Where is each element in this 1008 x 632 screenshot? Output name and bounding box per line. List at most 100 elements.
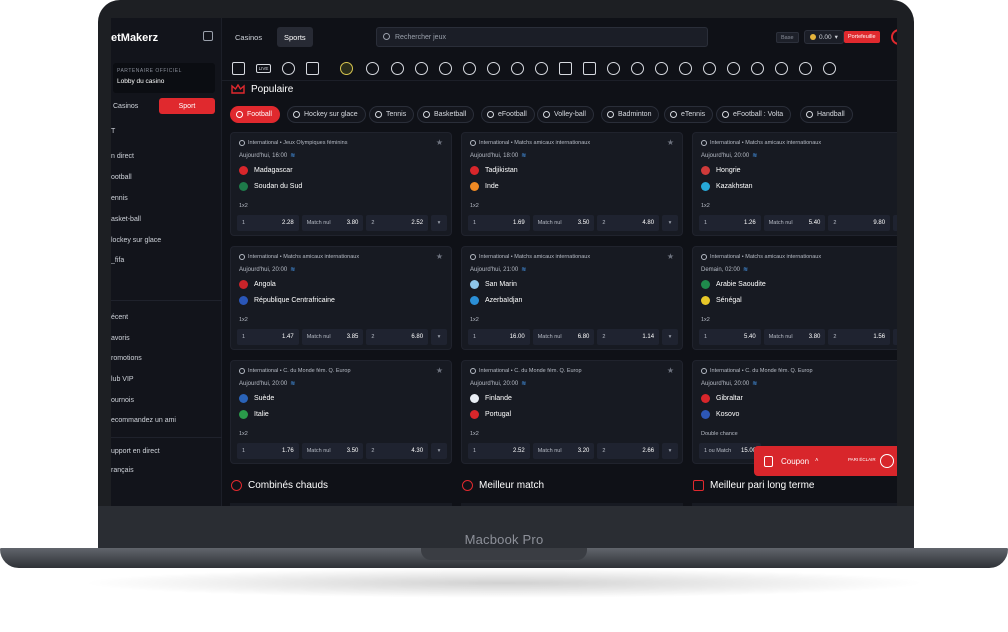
odd-away-button[interactable]: 2 4.30 xyxy=(366,443,429,459)
tabletennis-icon[interactable] xyxy=(535,62,548,75)
odd-draw-button[interactable]: Match nul 3.80 xyxy=(763,329,826,345)
chip-volleyball[interactable]: Volley-ball xyxy=(537,106,594,123)
odd-draw-button[interactable]: Match nul 3.50 xyxy=(301,443,364,459)
odd-away-button[interactable]: 2 9.80 xyxy=(828,215,891,231)
sidebar-item-fifa[interactable]: _fifa xyxy=(111,257,124,264)
odd-home-button[interactable]: 1 2.52 xyxy=(468,443,530,459)
chip-basketball[interactable]: Basketball xyxy=(417,106,475,123)
chip-handball[interactable]: Handball xyxy=(800,106,853,123)
wallet-button[interactable]: Portefeuille xyxy=(844,31,880,43)
odd-away-button[interactable]: 2 2.52 xyxy=(366,215,429,231)
sidebar-item-football[interactable]: ootball xyxy=(111,174,132,181)
favorite-star-icon[interactable]: ★ xyxy=(667,366,674,375)
more-markets-button[interactable]: ▾ xyxy=(431,215,448,231)
match-card[interactable]: International • Jeux Olympiques féminins… xyxy=(230,132,452,236)
match-card[interactable]: International • C. du Monde fém. Q. Euro… xyxy=(461,360,683,464)
favorite-star-icon[interactable]: ★ xyxy=(436,252,443,261)
cycling-icon[interactable] xyxy=(799,62,812,75)
tab-casinos[interactable]: Casinos xyxy=(228,27,269,47)
chip-tennis[interactable]: Tennis xyxy=(369,106,415,123)
odd-draw-button[interactable]: Match nul 5.40 xyxy=(763,215,826,231)
betslip-icon[interactable] xyxy=(306,62,319,75)
switch-casinos-button[interactable]: Casinos xyxy=(113,98,159,114)
odd-draw-button[interactable]: Match nul 6.80 xyxy=(532,329,595,345)
match-card[interactable]: International • Matchs amicaux internati… xyxy=(230,246,452,350)
partner-box[interactable]: PARTENAIRE OFFICIEL Lobby du casino xyxy=(113,63,215,93)
odd-away-button[interactable]: 2 4.80 xyxy=(597,215,660,231)
odd-draw-button[interactable]: Match nul 3.85 xyxy=(301,329,364,345)
sidebar-item-referral[interactable]: ecommandez un ami xyxy=(111,417,176,424)
logo[interactable]: etMakerz xyxy=(111,32,158,44)
chess-icon[interactable] xyxy=(559,62,572,75)
boxing-icon[interactable] xyxy=(775,62,788,75)
odd-home-button[interactable]: 1 1.76 xyxy=(237,443,299,459)
soccer-icon[interactable] xyxy=(366,62,379,75)
rugby-icon[interactable] xyxy=(655,62,668,75)
favorite-star-icon[interactable]: ★ xyxy=(667,252,674,261)
odd-draw-button[interactable]: Match nul 3.80 xyxy=(301,215,364,231)
match-card[interactable]: International • Matchs amicaux internati… xyxy=(461,246,683,350)
more-icon[interactable] xyxy=(823,62,836,75)
sidebar-item-hockey[interactable]: lockey sur glace xyxy=(111,237,161,244)
more-markets-button[interactable]: ▾ xyxy=(662,329,679,345)
match-card[interactable]: International • Matchs amicaux internati… xyxy=(692,132,897,236)
sidebar-item-language[interactable]: rançais xyxy=(111,467,134,474)
more-markets-button[interactable]: ▾ xyxy=(893,329,897,345)
odd-away-button[interactable]: 2 6.80 xyxy=(366,329,429,345)
odd-home-button[interactable]: 1 16.00 xyxy=(468,329,530,345)
more-markets-button[interactable]: ▾ xyxy=(662,215,679,231)
volleyball-icon[interactable] xyxy=(487,62,500,75)
match-card[interactable]: International • Matchs amicaux internati… xyxy=(461,132,683,236)
express-bet-toggle[interactable] xyxy=(880,454,894,468)
selected-sport-icon[interactable] xyxy=(340,62,353,75)
odd-away-button[interactable]: 2 1.56 xyxy=(828,329,891,345)
favorite-star-icon[interactable]: ★ xyxy=(436,138,443,147)
handball-icon[interactable] xyxy=(727,62,740,75)
sidebar-item-vip[interactable]: lub VIP xyxy=(111,376,134,383)
favorite-star-icon[interactable]: ★ xyxy=(667,138,674,147)
match-card[interactable]: International • Matchs amicaux internati… xyxy=(692,246,897,350)
switch-sport-button[interactable]: Sport xyxy=(159,98,215,114)
odd-draw-button[interactable]: Match nul 3.20 xyxy=(532,443,595,459)
baseball-icon[interactable] xyxy=(631,62,644,75)
sidebar-item-support[interactable]: upport en direct xyxy=(111,448,160,455)
favorite-star-icon[interactable]: ★ xyxy=(436,366,443,375)
chip-football[interactable]: Football xyxy=(230,106,280,123)
more-markets-button[interactable]: ▾ xyxy=(662,443,679,459)
home-icon[interactable] xyxy=(232,62,245,75)
darts-icon[interactable] xyxy=(751,62,764,75)
sidebar-item-tournaments[interactable]: ournois xyxy=(111,397,134,404)
sidebar-item-favorites[interactable]: avoris xyxy=(111,335,130,342)
odd-home-button[interactable]: 1 1.26 xyxy=(699,215,761,231)
collapse-sidebar-icon[interactable] xyxy=(203,31,213,41)
more-markets-button[interactable]: ▾ xyxy=(431,443,448,459)
chip-etennis[interactable]: eTennis xyxy=(664,106,714,123)
chip-efootball-volta[interactable]: eFootball : Volta xyxy=(716,106,792,123)
balance-selector[interactable]: 0.00 ▾ xyxy=(804,30,844,44)
chip-badminton[interactable]: Badminton xyxy=(601,106,660,123)
odd-draw-button[interactable]: Match nul 3.50 xyxy=(532,215,595,231)
sidebar-item-promotions[interactable]: romotions xyxy=(111,355,142,362)
star-icon[interactable] xyxy=(282,62,295,75)
odd-home-button[interactable]: 1 ou Match 15.00 xyxy=(699,443,761,459)
badminton-icon[interactable] xyxy=(439,62,452,75)
sidebar-item-live[interactable]: n direct xyxy=(111,153,134,160)
odd-home-button[interactable]: 1 2.28 xyxy=(237,215,299,231)
more-markets-button[interactable]: ▾ xyxy=(893,215,897,231)
tab-sports[interactable]: Sports xyxy=(277,27,313,47)
golf-icon[interactable] xyxy=(607,62,620,75)
odd-away-button[interactable]: 2 1.14 xyxy=(597,329,660,345)
odd-home-button[interactable]: 1 1.47 xyxy=(237,329,299,345)
sidebar-item-tennis[interactable]: ennis xyxy=(111,195,128,202)
avatar[interactable] xyxy=(891,29,897,45)
match-card[interactable]: International • C. du Monde fém. Q. Euro… xyxy=(230,360,452,464)
efootball-icon[interactable] xyxy=(679,62,692,75)
live-icon[interactable]: LIVE xyxy=(256,64,271,73)
odd-home-button[interactable]: 1 5.40 xyxy=(699,329,761,345)
coupon-button[interactable]: Coupon ˄ PARI ÉCLAIR xyxy=(754,446,897,476)
sidebar-item-recent[interactable]: écent xyxy=(111,314,128,321)
hockey-icon[interactable] xyxy=(463,62,476,75)
chip-hockey[interactable]: Hockey sur glace xyxy=(287,106,366,123)
efootball-volta-icon[interactable] xyxy=(703,62,716,75)
basketball-icon[interactable] xyxy=(391,62,404,75)
